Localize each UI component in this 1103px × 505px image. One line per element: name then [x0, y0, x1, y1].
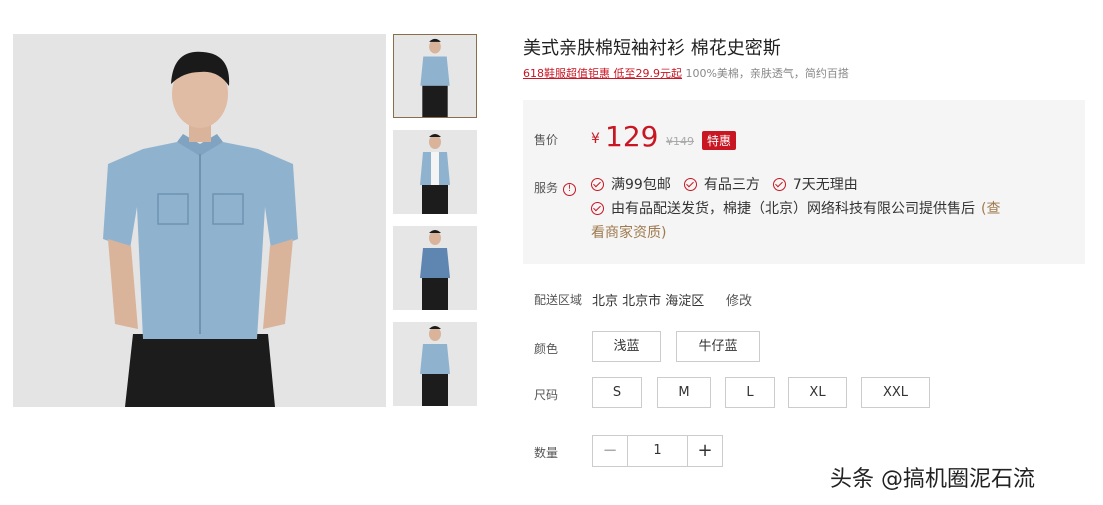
thumbnail-photo — [394, 35, 476, 117]
increment-button[interactable]: + — [688, 436, 722, 466]
thumbnail-2[interactable] — [393, 130, 477, 214]
delivery-label: 配送区域 — [534, 293, 583, 307]
check-circle-icon — [591, 201, 604, 215]
size-label: 尺码 — [534, 388, 559, 402]
decrement-button[interactable]: − — [593, 436, 627, 466]
thumbnail-photo — [393, 226, 477, 310]
service-items: 满99包邮 有品三方 7天无理由 — [591, 174, 871, 194]
price-label: 售价 — [534, 133, 559, 147]
watermark: 头条 @搞机圈泥石流 — [830, 467, 1035, 492]
main-product-image — [13, 34, 386, 407]
current-price: ¥ 129 — [591, 120, 658, 153]
size-option-l[interactable]: L — [725, 377, 775, 408]
promo-line: 618鞋服超值钜惠 低至29.9元起 100%美棉，亲肤透气，简约百搭 — [523, 65, 849, 81]
promo-link[interactable]: 618鞋服超值钜惠 低至29.9元起 — [523, 67, 682, 80]
thumbnail-photo — [393, 322, 477, 406]
size-option-xxl[interactable]: XXL — [861, 377, 930, 408]
price-service-box: 售价 ¥ 129 ¥149 特惠 服务! 满99包邮 有品三方 7天无理由 由有… — [523, 100, 1085, 264]
discount-badge: 特惠 — [702, 131, 737, 150]
color-option-denim-blue[interactable]: 牛仔蓝 — [676, 331, 760, 362]
service-label-group: 服务! — [534, 179, 577, 196]
seller-text: 由有品配送发货，棉捷（北京）网络科技有限公司提供售后 — [611, 201, 975, 217]
quantity-label: 数量 — [534, 446, 559, 460]
service-item: 有品三方 — [683, 174, 760, 194]
check-circle-icon — [772, 177, 786, 191]
thumbnail-1[interactable] — [393, 34, 477, 118]
seller-info: 由有品配送发货，棉捷（北京）网络科技有限公司提供售后 (查 — [591, 198, 1000, 218]
service-item: 7天无理由 — [772, 174, 858, 194]
seller-qualification-link[interactable]: (查 — [981, 198, 1000, 218]
product-title: 美式亲肤棉短袖衬衫 棉花史密斯 — [523, 38, 781, 59]
seller-qualification-link-cont[interactable]: 看商家资质) — [591, 222, 666, 242]
model-photo — [13, 34, 386, 407]
quantity-stepper: − 1 + — [592, 435, 723, 467]
check-circle-icon — [683, 177, 697, 191]
size-option-m[interactable]: M — [657, 377, 711, 408]
delivery-region: 北京 北京市 海淀区 — [592, 294, 705, 309]
thumbnail-photo — [393, 130, 477, 214]
promo-description: 100%美棉，亲肤透气，简约百搭 — [685, 67, 849, 80]
info-icon[interactable]: ! — [563, 183, 577, 196]
check-circle-icon — [591, 177, 604, 191]
service-item: 满99包邮 — [591, 174, 671, 194]
thumbnail-4[interactable] — [393, 322, 477, 406]
modify-region-link[interactable]: 修改 — [726, 290, 752, 309]
service-label: 服务 — [534, 181, 559, 195]
original-price: ¥149 — [666, 135, 694, 148]
color-label: 颜色 — [534, 342, 559, 356]
size-option-xl[interactable]: XL — [788, 377, 847, 408]
size-option-s[interactable]: S — [592, 377, 642, 408]
price-value: 129 — [605, 120, 659, 153]
currency-symbol: ¥ — [591, 131, 600, 147]
seller-info-cont: 看商家资质) — [591, 222, 666, 242]
product-info: 美式亲肤棉短袖衬衫 棉花史密斯 618鞋服超值钜惠 低至29.9元起 100%美… — [523, 0, 1088, 505]
color-option-light-blue[interactable]: 浅蓝 — [592, 331, 661, 362]
quantity-input[interactable]: 1 — [627, 436, 688, 466]
thumbnail-3[interactable] — [393, 226, 477, 310]
